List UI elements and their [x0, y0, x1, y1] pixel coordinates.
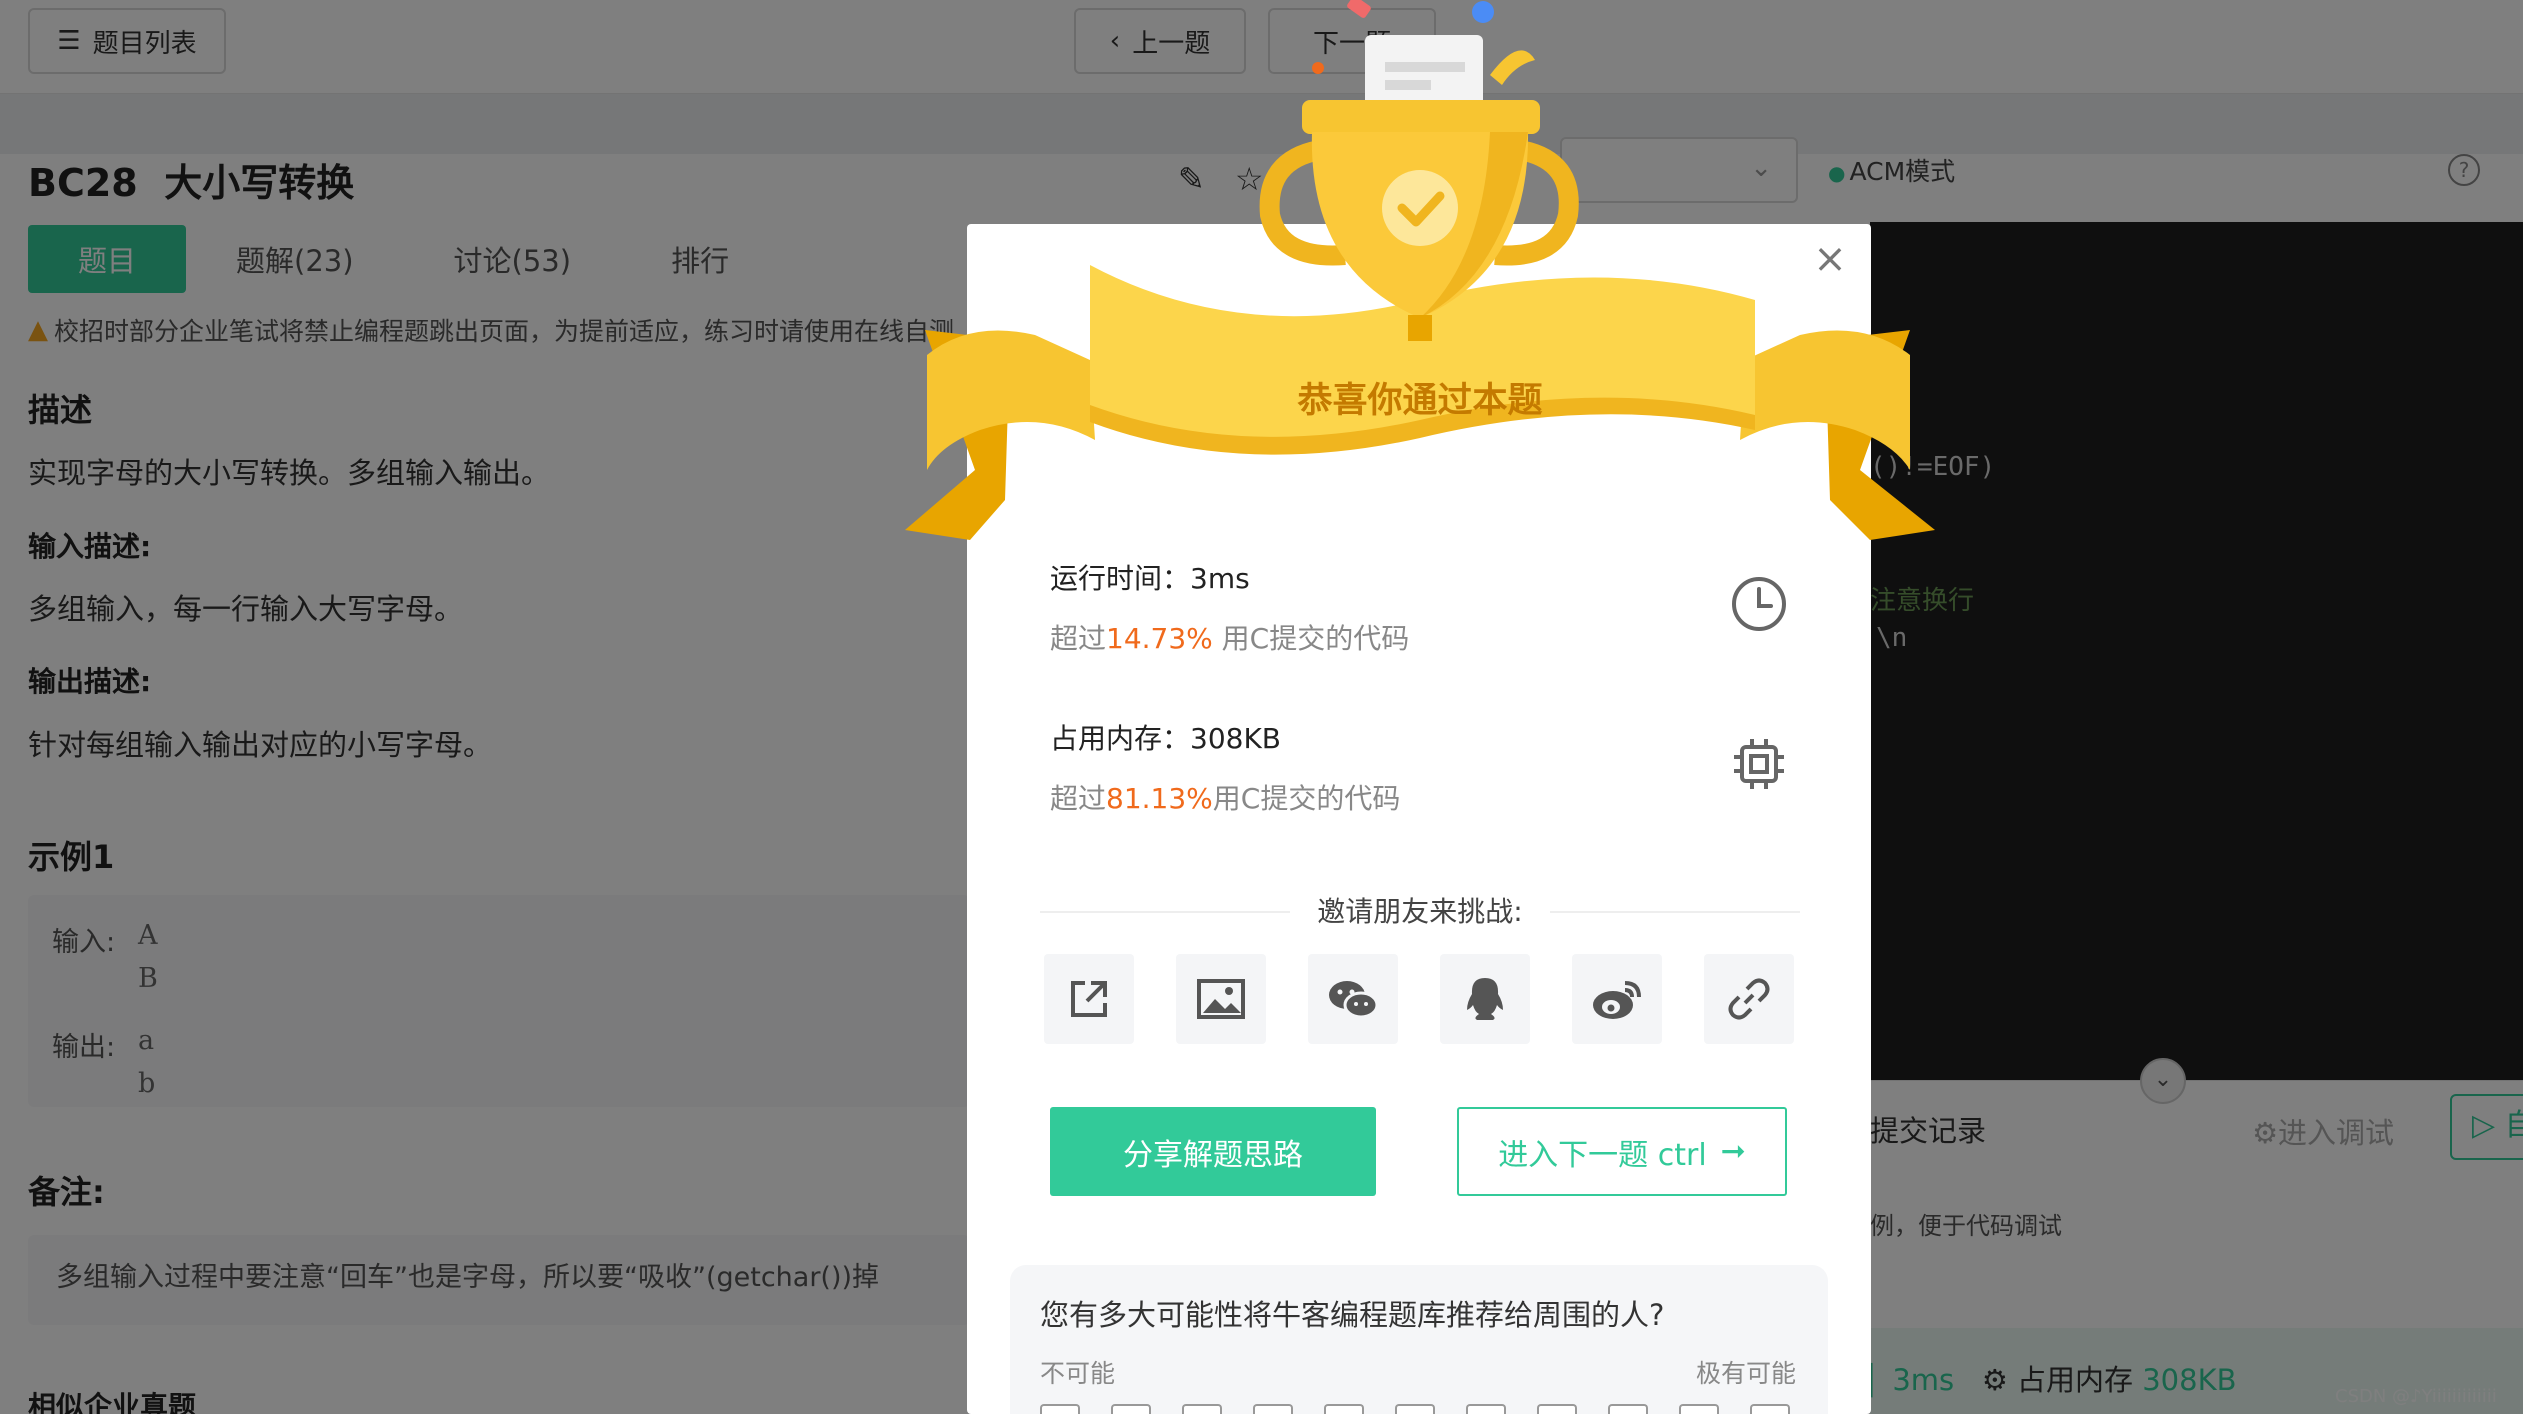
survey-score-options — [1040, 1404, 1790, 1414]
score-option[interactable] — [1608, 1404, 1648, 1414]
survey-high-label: 极有可能 — [1696, 1359, 1797, 1388]
survey-low-label: 不可能 — [1040, 1359, 1116, 1388]
trophy-ribbon-graphic — [905, 0, 1935, 540]
chip-icon — [1734, 739, 1784, 789]
score-option[interactable] — [1750, 1404, 1790, 1414]
memory-label: 占用内存：308KB — [1050, 722, 1282, 755]
clock-icon — [1732, 577, 1786, 631]
wechat-icon[interactable] — [1308, 954, 1398, 1044]
runtime-beat-prefix: 超过 — [1050, 622, 1107, 655]
memory-beat-suffix: 用C提交的代码 — [1212, 782, 1401, 815]
score-option[interactable] — [1253, 1404, 1293, 1414]
memory-beat-prefix: 超过 — [1050, 782, 1107, 815]
next-btn-label: 进入下一题 ctrl — [1498, 1137, 1707, 1173]
runtime-beat: 超过14.73% 用C提交的代码 — [1050, 617, 1409, 657]
external-share-icon[interactable] — [1044, 954, 1134, 1044]
congrats-title: 恭喜你通过本题 — [1297, 381, 1543, 421]
score-option[interactable] — [1040, 1404, 1080, 1414]
weibo-icon[interactable] — [1572, 954, 1662, 1044]
runtime-label: 运行时间：3ms — [1050, 562, 1250, 595]
memory-beat: 超过81.13%用C提交的代码 — [1050, 777, 1400, 817]
score-option[interactable] — [1466, 1404, 1506, 1414]
score-option[interactable] — [1111, 1404, 1151, 1414]
next-problem-modal-button[interactable]: 进入下一题 ctrl ➞ — [1457, 1107, 1787, 1196]
link-icon[interactable] — [1704, 954, 1794, 1044]
memory-beat-pct: 81.13% — [1106, 782, 1213, 815]
score-option[interactable] — [1537, 1404, 1577, 1414]
image-icon[interactable] — [1176, 954, 1266, 1044]
close-icon[interactable]: × — [1812, 239, 1848, 279]
share-solution-button[interactable]: 分享解题思路 — [1050, 1107, 1376, 1196]
runtime-beat-suffix: 用C提交的代码 — [1212, 622, 1410, 655]
score-option[interactable] — [1324, 1404, 1364, 1414]
invite-label: 邀请朋友来挑战: — [1290, 890, 1550, 930]
nps-survey — [1010, 1265, 1828, 1414]
runtime-beat-pct: 14.73% — [1106, 622, 1213, 655]
qq-icon[interactable] — [1440, 954, 1530, 1044]
score-option[interactable] — [1182, 1404, 1222, 1414]
score-option[interactable] — [1395, 1404, 1435, 1414]
arrow-right-icon: ➞ — [1720, 1134, 1746, 1169]
score-option[interactable] — [1679, 1404, 1719, 1414]
survey-question: 您有多大可能性将牛客编程题库推荐给周围的人? — [1040, 1298, 1665, 1332]
